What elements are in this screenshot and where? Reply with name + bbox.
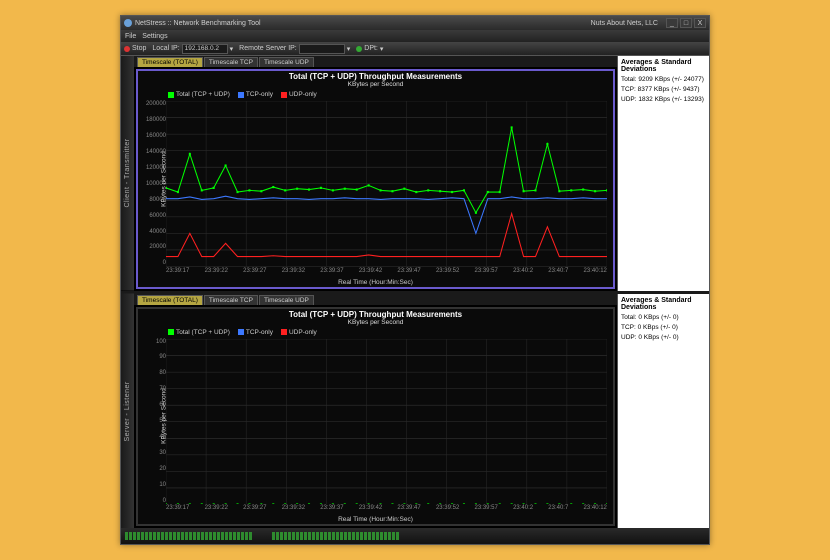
dpt-icon bbox=[356, 46, 362, 52]
close-button[interactable]: X bbox=[694, 18, 706, 28]
tab-total-rx[interactable]: Timescale (TOTAL) bbox=[137, 295, 203, 305]
sidebar-transmitter: Averages & Standard Deviations Total: 92… bbox=[617, 56, 709, 291]
stop-label: Stop bbox=[132, 45, 146, 52]
legend-swatch-tcp-rx bbox=[238, 329, 244, 335]
tabs-transmitter: Timescale (TOTAL) Timescale TCP Timescal… bbox=[134, 56, 617, 67]
x-axis-label-tx: Real Time (Hour:Min:Sec) bbox=[138, 279, 613, 286]
dpt-label: DPt: bbox=[364, 45, 378, 52]
maximize-button[interactable]: □ bbox=[680, 18, 692, 28]
sidebar-udp-rx: UDP: 0 KBps (+/- 0) bbox=[621, 334, 706, 341]
tabs-listener: Timescale (TOTAL) Timescale TCP Timescal… bbox=[134, 294, 617, 305]
legend-total-rx: Total (TCP + UDP) bbox=[176, 329, 230, 336]
legend-total: Total (TCP + UDP) bbox=[176, 91, 230, 98]
panel-transmitter: Client - Transmitter Timescale (TOTAL) T… bbox=[121, 56, 709, 291]
progress-indicator-1 bbox=[125, 532, 252, 540]
panel-listener: Server - Listener Timescale (TOTAL) Time… bbox=[121, 294, 709, 529]
remote-ip-input[interactable] bbox=[299, 44, 345, 54]
legend-tcp-rx: TCP-only bbox=[246, 329, 273, 336]
chart-transmitter: Total (TCP + UDP) Throughput Measurement… bbox=[136, 69, 615, 289]
sidebar-listener: Averages & Standard Deviations Total: 0 … bbox=[617, 294, 709, 529]
sidebar-total-tx: Total: 9209 KBps (+/- 24077) bbox=[621, 76, 706, 83]
window-title: NetStress :: Network Benchmarking Tool bbox=[135, 20, 261, 27]
sidebar-tcp-tx: TCP: 8377 KBps (+/- 9437) bbox=[621, 86, 706, 93]
sidebar-udp-tx: UDP: 1832 KBps (+/- 13293) bbox=[621, 96, 706, 103]
statusbar bbox=[121, 528, 709, 544]
plot-area-rx bbox=[166, 339, 607, 505]
chart-title-tx: Total (TCP + UDP) Throughput Measurement… bbox=[138, 72, 613, 81]
x-ticks-tx: 23:39:1723:39:2223:39:2723:39:3223:39:37… bbox=[166, 268, 607, 277]
legend-udp: UDP-only bbox=[289, 91, 317, 98]
y-ticks-tx: 2000001800001600001400001200001000008000… bbox=[140, 101, 166, 267]
remote-ip-label: Remote Server IP: bbox=[239, 45, 297, 52]
legend-swatch-tcp bbox=[238, 92, 244, 98]
legend-udp-rx: UDP-only bbox=[289, 329, 317, 336]
chart-listener: Total (TCP + UDP) Throughput Measurement… bbox=[136, 307, 615, 527]
sidebar-title-rx: Averages & Standard Deviations bbox=[621, 297, 706, 311]
tab-total-tx[interactable]: Timescale (TOTAL) bbox=[137, 57, 203, 67]
legend-tcp: TCP-only bbox=[246, 91, 273, 98]
tab-tcp-tx[interactable]: Timescale TCP bbox=[204, 57, 258, 67]
chart-title-rx: Total (TCP + UDP) Throughput Measurement… bbox=[138, 310, 613, 319]
sidebar-tcp-rx: TCP: 0 KBps (+/- 0) bbox=[621, 324, 706, 331]
sidebar-title-tx: Averages & Standard Deviations bbox=[621, 59, 706, 73]
stop-button[interactable]: Stop bbox=[124, 45, 146, 52]
local-ip-label: Local IP: bbox=[152, 45, 179, 52]
tab-udp-tx[interactable]: Timescale UDP bbox=[259, 57, 314, 67]
remote-ip-dropdown-icon[interactable]: ▾ bbox=[347, 45, 351, 53]
content: Client - Transmitter Timescale (TOTAL) T… bbox=[121, 56, 709, 528]
stop-icon bbox=[124, 46, 130, 52]
x-axis-label-rx: Real Time (Hour:Min:Sec) bbox=[138, 516, 613, 523]
legend-swatch-total bbox=[168, 92, 174, 98]
tab-udp-rx[interactable]: Timescale UDP bbox=[259, 295, 314, 305]
y-ticks-rx: 1009080706050403020100 bbox=[140, 339, 166, 505]
menu-settings[interactable]: Settings bbox=[142, 33, 167, 40]
sidebar-total-rx: Total: 0 KBps (+/- 0) bbox=[621, 314, 706, 321]
app-window: NetStress :: Network Benchmarking Tool N… bbox=[120, 15, 710, 545]
dpt-dropdown-icon[interactable]: ▾ bbox=[380, 45, 384, 53]
plot-area-tx bbox=[166, 101, 607, 267]
minimize-button[interactable]: _ bbox=[666, 18, 678, 28]
local-ip-input[interactable] bbox=[182, 44, 228, 54]
chart-legend-tx: Total (TCP + UDP) TCP-only UDP-only bbox=[168, 91, 317, 98]
vtab-listener[interactable]: Server - Listener bbox=[121, 294, 134, 529]
progress-indicator-2 bbox=[272, 532, 399, 540]
chart-subtitle-rx: KBytes per Second bbox=[138, 319, 613, 326]
legend-swatch-udp bbox=[281, 92, 287, 98]
menu-file[interactable]: File bbox=[125, 33, 136, 40]
vendor-label: Nuts About Nets, LLC bbox=[591, 20, 658, 27]
menubar: File Settings bbox=[121, 30, 709, 42]
local-ip-dropdown-icon[interactable]: ▾ bbox=[230, 45, 234, 53]
tab-tcp-rx[interactable]: Timescale TCP bbox=[204, 295, 258, 305]
titlebar: NetStress :: Network Benchmarking Tool N… bbox=[121, 16, 709, 30]
toolbar: Stop Local IP: ▾ Remote Server IP: ▾ DPt… bbox=[121, 42, 709, 56]
x-ticks-rx: 23:39:1723:39:2223:39:2723:39:3223:39:37… bbox=[166, 505, 607, 514]
legend-swatch-udp-rx bbox=[281, 329, 287, 335]
app-icon bbox=[124, 19, 132, 27]
chart-subtitle-tx: KBytes per Second bbox=[138, 81, 613, 88]
vtab-transmitter[interactable]: Client - Transmitter bbox=[121, 56, 134, 291]
chart-legend-rx: Total (TCP + UDP) TCP-only UDP-only bbox=[168, 329, 317, 336]
legend-swatch-total-rx bbox=[168, 329, 174, 335]
